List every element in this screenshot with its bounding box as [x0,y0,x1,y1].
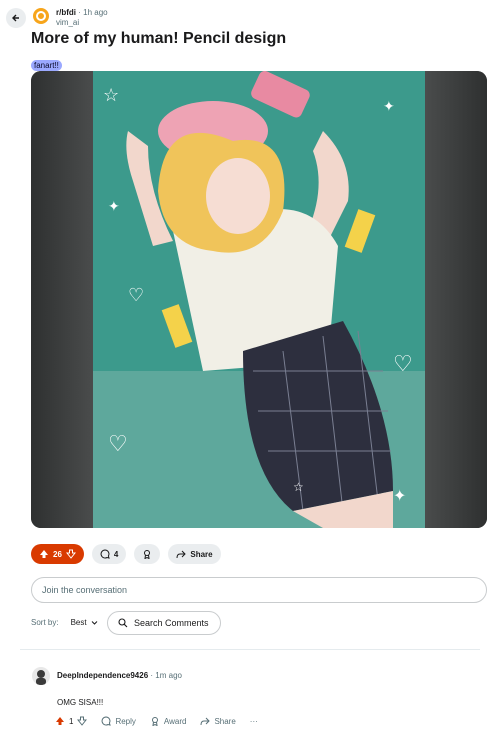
image-blur-right [425,71,487,528]
comment-count: 4 [113,549,119,559]
comment-share-button[interactable]: Share [200,716,236,726]
comments-button[interactable]: 4 [91,544,127,564]
comment-vote-count: 1 [69,716,74,726]
post-image[interactable]: ✦ ✦ ✦ ♡ ♡ ♡ ☆ ☆ [31,71,487,528]
comment-icon [102,716,112,726]
svg-text:✦: ✦ [383,98,395,114]
join-conversation-input[interactable]: Join the conversation [31,577,487,603]
search-comments-button[interactable]: Search Comments [107,611,221,635]
upvote-icon[interactable] [55,716,65,726]
comment-vote: 1 [55,716,88,726]
more-options-button[interactable]: ··· [250,717,258,726]
comment-reply-button[interactable]: Reply [101,716,136,726]
share-button[interactable]: Share [168,544,221,564]
comment-icon [100,549,110,559]
divider [20,649,480,650]
search-comments-label: Search Comments [134,618,209,628]
vote-pill: 26 [31,544,84,564]
svg-text:♡: ♡ [393,351,413,376]
award-button[interactable] [134,544,161,564]
comment-award-button[interactable]: Award [150,716,187,726]
subreddit-icon[interactable] [33,8,49,24]
share-icon [176,550,187,559]
upvote-icon[interactable] [39,549,49,559]
downvote-icon[interactable] [65,549,76,559]
downvote-icon[interactable] [77,716,88,726]
award-icon [144,550,151,559]
chevron-down-icon [91,621,97,625]
search-icon [118,618,128,628]
award-label: Award [163,716,187,726]
sort-control[interactable]: Sort by: Best [31,618,98,627]
post-actions: 26 4 Share [31,544,221,564]
share-label: Share [214,716,236,726]
avatar-icon [36,670,46,685]
share-icon [200,717,211,726]
sort-value: Best [70,618,87,627]
svg-text:☆: ☆ [293,480,304,494]
arrow-left-icon [12,14,19,22]
comment-time: · 1m ago [150,671,182,680]
svg-text:☆: ☆ [103,85,119,105]
svg-text:♡: ♡ [128,285,144,305]
share-label: Share [190,549,213,559]
image-blur-left [31,71,93,528]
fanart-illustration: ✦ ✦ ✦ ♡ ♡ ♡ ☆ ☆ [93,71,425,528]
post-flair[interactable]: fanart!! [31,60,62,71]
comment-meta: DeepIndependence9426 · 1m ago [57,671,182,680]
comment-actions: 1 Reply Award Share ··· [55,716,258,726]
back-button[interactable] [6,8,26,28]
post-title: More of my human! Pencil design [31,30,287,47]
svg-text:✦: ✦ [108,198,120,214]
vote-count: 26 [53,549,62,559]
avatar[interactable] [32,667,50,685]
svg-text:✦: ✦ [393,488,406,505]
subreddit-link[interactable]: r/bfdi [56,8,76,17]
svg-text:♡: ♡ [108,431,128,456]
post-meta: r/bfdi · 1h ago vim_ai [56,8,108,28]
reply-label: Reply [115,716,136,726]
comment-author[interactable]: DeepIndependence9426 [57,671,148,680]
comment-body: OMG SISA!!! [57,698,104,707]
author-link[interactable]: vim_ai [56,18,108,28]
post-time: · 1h ago [78,8,108,17]
sort-label: Sort by: [31,618,59,627]
award-icon [151,717,158,726]
